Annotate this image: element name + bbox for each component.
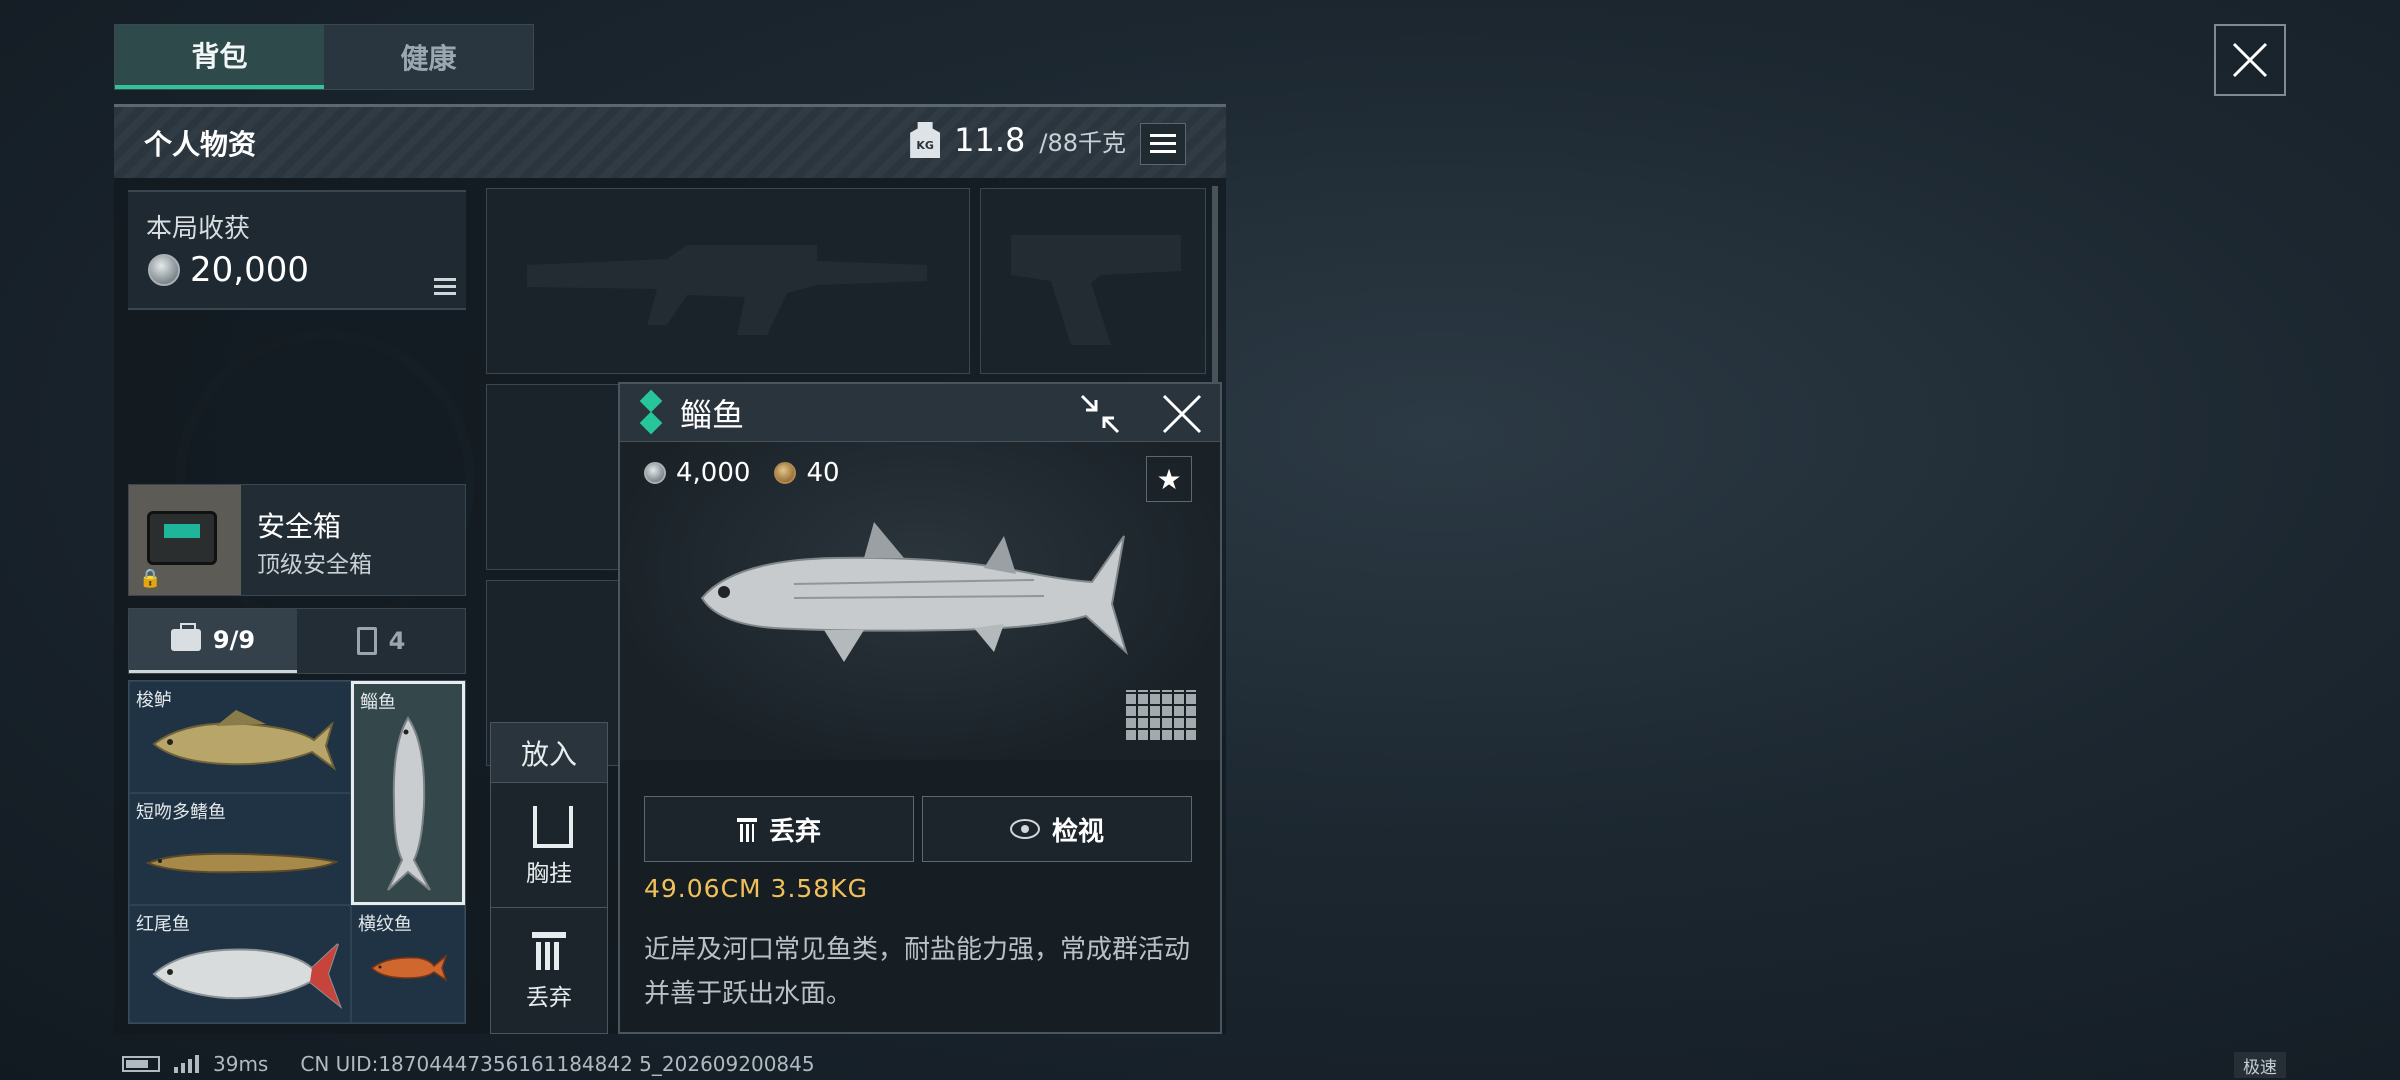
lock-icon: 🔒 <box>139 568 162 589</box>
tab-health[interactable]: 健康 <box>324 25 533 89</box>
inventory-title: 个人物资 <box>144 127 257 161</box>
weight-current: 11.8 <box>954 121 1026 159</box>
coin-icon <box>148 254 180 286</box>
speed-mode-badge: 极速 <box>2234 1052 2286 1078</box>
star-icon: ★ <box>1156 462 1182 496</box>
discard-label: 丢弃 <box>768 816 821 847</box>
chest-rig-label: 胸挂 <box>526 861 572 887</box>
trash-icon <box>532 928 566 970</box>
coin-icon <box>644 462 666 484</box>
weight-max: /88千克 <box>1039 128 1126 157</box>
bichir-fish-image <box>145 852 339 874</box>
inspect-label: 检视 <box>1051 816 1104 847</box>
inspect-button[interactable]: 检视 <box>922 796 1192 862</box>
battery-icon <box>122 1056 160 1072</box>
item-label: 短吻多鳍鱼 <box>136 802 226 823</box>
safe-box-slot[interactable]: 🔒 安全箱 顶级安全箱 <box>128 484 466 596</box>
favorite-button[interactable]: ★ <box>1146 456 1192 502</box>
ping-value: 39ms <box>213 1052 269 1076</box>
tab-clipboard-items[interactable]: 4 <box>297 609 465 673</box>
secondary-weapon-slot[interactable] <box>980 188 1206 374</box>
clipboard-icon <box>356 627 377 655</box>
redtail-fish-image <box>152 943 342 1009</box>
vest-icon <box>529 802 569 846</box>
discard-button[interactable]: 丢弃 <box>644 796 914 862</box>
item-label: 鲻鱼 <box>360 692 396 713</box>
chest-rig-button[interactable]: 胸挂 <box>491 783 607 907</box>
barred-fish-image <box>370 953 448 982</box>
item-description: 近岸及河口常见鱼类，耐盐能力强，常成群活动并善于跃出水面。 <box>644 935 1191 1009</box>
signal-icon <box>174 1055 199 1073</box>
item-cell-mullet[interactable]: 鲻鱼 <box>351 681 465 905</box>
case-icon <box>147 511 217 565</box>
pikeperch-fish-image <box>152 710 336 771</box>
safe-box-title: 安全箱 <box>257 510 342 543</box>
item-cell-pikeperch[interactable]: 梭鲈 <box>129 681 351 793</box>
primary-weapon-slot[interactable] <box>486 188 970 374</box>
detail-header: 鲻鱼 <box>620 384 1220 442</box>
item-cell-redtail[interactable]: 红尾鱼 <box>129 905 351 1023</box>
item-cell-barred-fish[interactable]: 横纹鱼 <box>351 905 465 1023</box>
item-grid: 梭鲈 短吻多鳍鱼 红尾鱼 鲻鱼 横纹鱼 <box>128 680 466 1024</box>
tab-backpack-count: 9/9 <box>212 625 256 654</box>
detail-title: 鲻鱼 <box>680 395 745 434</box>
shrink-icon[interactable] <box>1078 392 1122 436</box>
rifle-silhouette-icon <box>527 245 927 335</box>
mullet-fish-image <box>387 716 431 891</box>
item-secondary-price: 40 <box>806 458 840 488</box>
trash-icon <box>736 816 757 842</box>
tab-backpack-items[interactable]: 9/9 <box>129 609 297 673</box>
discard-action-label: 丢弃 <box>526 984 572 1011</box>
weight-icon: KG <box>910 122 941 158</box>
bronze-coin-icon <box>774 462 797 484</box>
rarity-icon <box>639 389 663 435</box>
put-in-button[interactable]: 放入 <box>491 723 607 783</box>
container-tabs: 9/9 4 <box>128 608 466 674</box>
tab-clipboard-count: 4 <box>388 627 406 655</box>
close-icon <box>2232 42 2268 78</box>
close-button[interactable] <box>2214 24 2286 96</box>
pistol-silhouette-icon <box>1011 235 1181 345</box>
top-tabs: 背包 健康 <box>114 24 534 90</box>
harvest-label: 本局收获 <box>146 214 251 244</box>
harvest-value: 20,000 <box>148 250 309 290</box>
grid-size-icon <box>1126 690 1196 740</box>
item-cell-bichir[interactable]: 短吻多鳍鱼 <box>129 793 351 905</box>
inventory-header: 个人物资 KG 11.8/88千克 <box>114 104 1226 178</box>
tab-backpack[interactable]: 背包 <box>115 25 324 89</box>
discard-action-button[interactable]: 丢弃 <box>491 907 607 1031</box>
item-label: 横纹鱼 <box>358 914 412 935</box>
status-bar: 39ms CN UID:18704447356161184842 5_20260… <box>122 1052 815 1076</box>
sort-list-button[interactable] <box>1140 123 1186 165</box>
mullet-preview-image <box>700 522 1128 662</box>
harvest-amount: 20,000 <box>190 250 309 290</box>
close-icon[interactable] <box>1160 392 1204 436</box>
eye-icon <box>1009 819 1040 839</box>
item-price: 4,000 <box>676 458 751 488</box>
action-menu: 放入 胸挂 丢弃 <box>490 722 608 1034</box>
safe-box-subtitle: 顶级安全箱 <box>257 552 372 578</box>
list-icon <box>1150 134 1176 154</box>
item-dimensions: 49.06CM 3.58KG <box>644 874 868 903</box>
briefcase-icon <box>170 622 201 651</box>
weight-display: KG 11.8/88千克 <box>910 121 1126 159</box>
harvest-box[interactable]: 本局收获 20,000 <box>128 190 466 310</box>
user-uid: CN UID:18704447356161184842 5_2026092008… <box>300 1052 815 1076</box>
list-icon[interactable] <box>434 278 456 296</box>
safe-box-image: 🔒 <box>129 485 241 595</box>
price-row: 4,000 40 <box>644 458 840 488</box>
item-detail-popup: 鲻鱼 4,000 40 ★ 丢弃 检视 49.06CM 3.58KG 近岸及河口… <box>618 382 1222 1034</box>
